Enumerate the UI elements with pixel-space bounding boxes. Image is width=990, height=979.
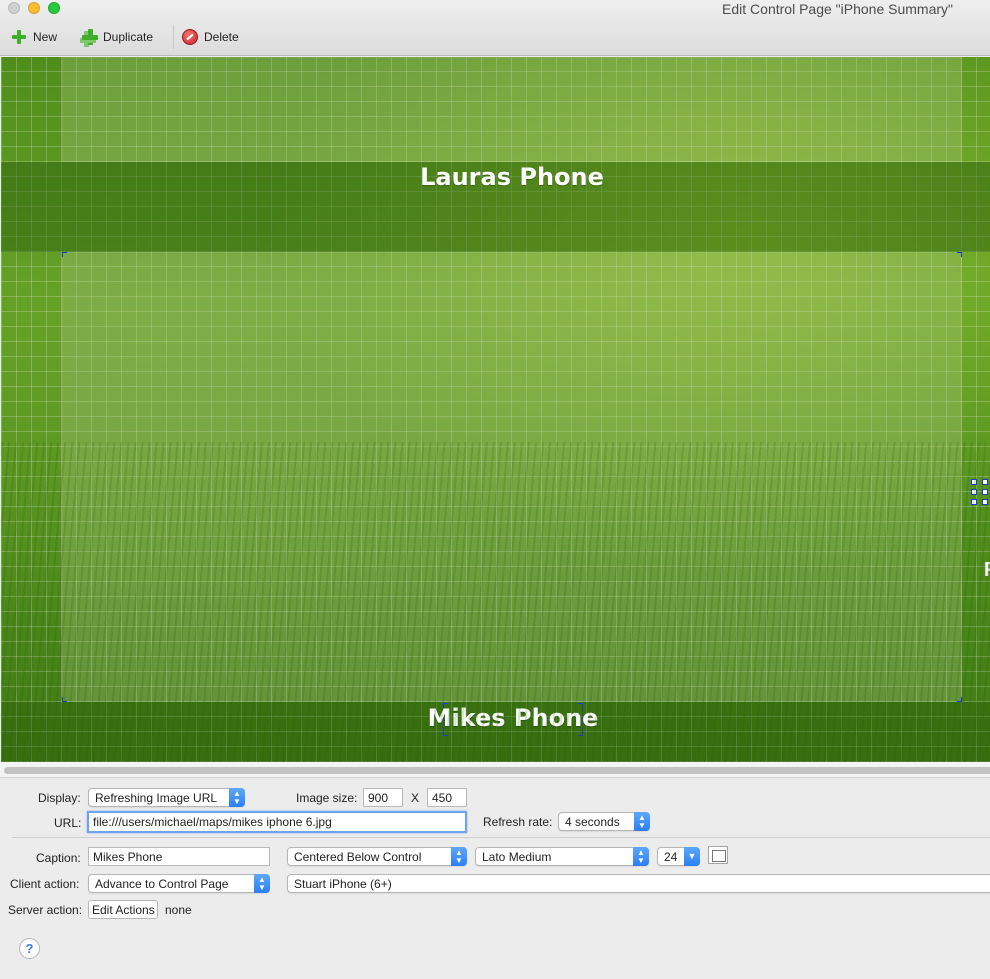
delete-icon <box>182 29 198 45</box>
selection-handle-top-right[interactable] <box>957 252 962 257</box>
font-popup[interactable]: Lato Medium ▲ ▼ <box>475 847 649 866</box>
chevron-down-icon: ▼ <box>684 847 700 866</box>
caption-label: Caption: <box>36 851 81 865</box>
popup-arrows-icon: ▲ ▼ <box>229 788 245 807</box>
help-button[interactable]: ? <box>19 938 40 959</box>
font-size-combo[interactable]: 24 ▼ <box>657 847 700 866</box>
new-button[interactable]: New <box>11 28 57 46</box>
popup-arrows-icon: ▲ ▼ <box>634 812 650 831</box>
resize-handle[interactable] <box>971 479 977 485</box>
font-value: Lato Medium <box>482 850 552 864</box>
laura-phone-caption[interactable]: Lauras Phone <box>362 163 662 191</box>
offscreen-control-handles[interactable] <box>971 479 990 507</box>
edit-actions-button[interactable]: Edit Actions <box>88 900 158 919</box>
resize-handle[interactable] <box>971 489 977 495</box>
plus-icon <box>11 29 27 45</box>
client-action-target-popup[interactable]: Stuart iPhone (6+) <box>287 874 990 893</box>
caption-color-well[interactable] <box>708 846 728 864</box>
url-label: URL: <box>54 816 82 830</box>
window-toolbar: Edit Control Page "iPhone Summary" New D… <box>0 0 990 56</box>
caption-input[interactable]: Mikes Phone <box>88 847 270 866</box>
selection-handle-top-left[interactable] <box>62 252 67 257</box>
toolbar-separator <box>173 25 174 49</box>
close-window-button[interactable] <box>8 2 20 14</box>
resize-handle[interactable] <box>982 479 988 485</box>
offscreen-caption-fragment: F <box>984 559 990 582</box>
image-width-field[interactable]: 900 <box>363 788 403 807</box>
delete-button[interactable]: Delete <box>182 28 239 46</box>
popup-arrows-icon: ▲ ▼ <box>254 874 270 893</box>
canvas-horizontal-scrollbar[interactable] <box>0 762 990 778</box>
control-page-canvas[interactable]: Lauras Phone Mikes Phone F <box>1 57 990 762</box>
delete-button-label: Delete <box>204 30 239 44</box>
refresh-rate-popup[interactable]: 4 seconds ▲ ▼ <box>558 812 650 831</box>
image-size-label: Image size: <box>296 791 358 805</box>
window-title: Edit Control Page "iPhone Summary" <box>722 1 953 17</box>
client-action-label: Client action: <box>10 877 80 891</box>
mike-phone-caption[interactable]: Mikes Phone <box>363 704 663 732</box>
popup-arrows-icon: ▲ ▼ <box>451 847 467 866</box>
image-size-separator: X <box>411 791 420 805</box>
server-action-label: Server action: <box>8 903 83 917</box>
duplicate-button-label: Duplicate <box>103 30 154 44</box>
resize-handle[interactable] <box>982 499 988 505</box>
duplicate-plus-icon <box>81 29 98 45</box>
display-label: Display: <box>38 791 81 805</box>
inspector-divider <box>12 837 990 838</box>
refresh-rate-label: Refresh rate: <box>483 815 553 829</box>
caption-position-value: Centered Below Control <box>294 850 422 864</box>
caption-position-popup[interactable]: Centered Below Control ▲ ▼ <box>287 847 467 866</box>
minimize-window-button[interactable] <box>28 2 40 14</box>
resize-handle[interactable] <box>971 499 977 505</box>
url-input[interactable]: file:///users/michael/maps/mikes iphone … <box>87 811 467 833</box>
zoom-window-button[interactable] <box>48 2 60 14</box>
duplicate-button[interactable]: Duplicate <box>81 28 153 46</box>
new-button-label: New <box>33 30 58 44</box>
scrollbar-thumb[interactable] <box>4 767 990 774</box>
font-size-value: 24 <box>664 850 678 864</box>
server-action-value: none <box>165 903 192 917</box>
client-action-value: Advance to Control Page <box>95 877 229 891</box>
resize-handle[interactable] <box>982 489 988 495</box>
laura-phone-image-control[interactable] <box>62 57 962 162</box>
client-action-target-value: Stuart iPhone (6+) <box>294 877 392 891</box>
refresh-rate-value: 4 seconds <box>565 815 620 829</box>
client-action-popup[interactable]: Advance to Control Page ▲ ▼ <box>88 874 270 893</box>
display-popup-value: Refreshing Image URL <box>95 791 218 805</box>
popup-arrows-icon: ▲ ▼ <box>633 847 649 866</box>
display-popup[interactable]: Refreshing Image URL ▲ ▼ <box>88 788 245 807</box>
mike-phone-image-control[interactable] <box>62 252 962 702</box>
image-height-field[interactable]: 450 <box>427 788 467 807</box>
